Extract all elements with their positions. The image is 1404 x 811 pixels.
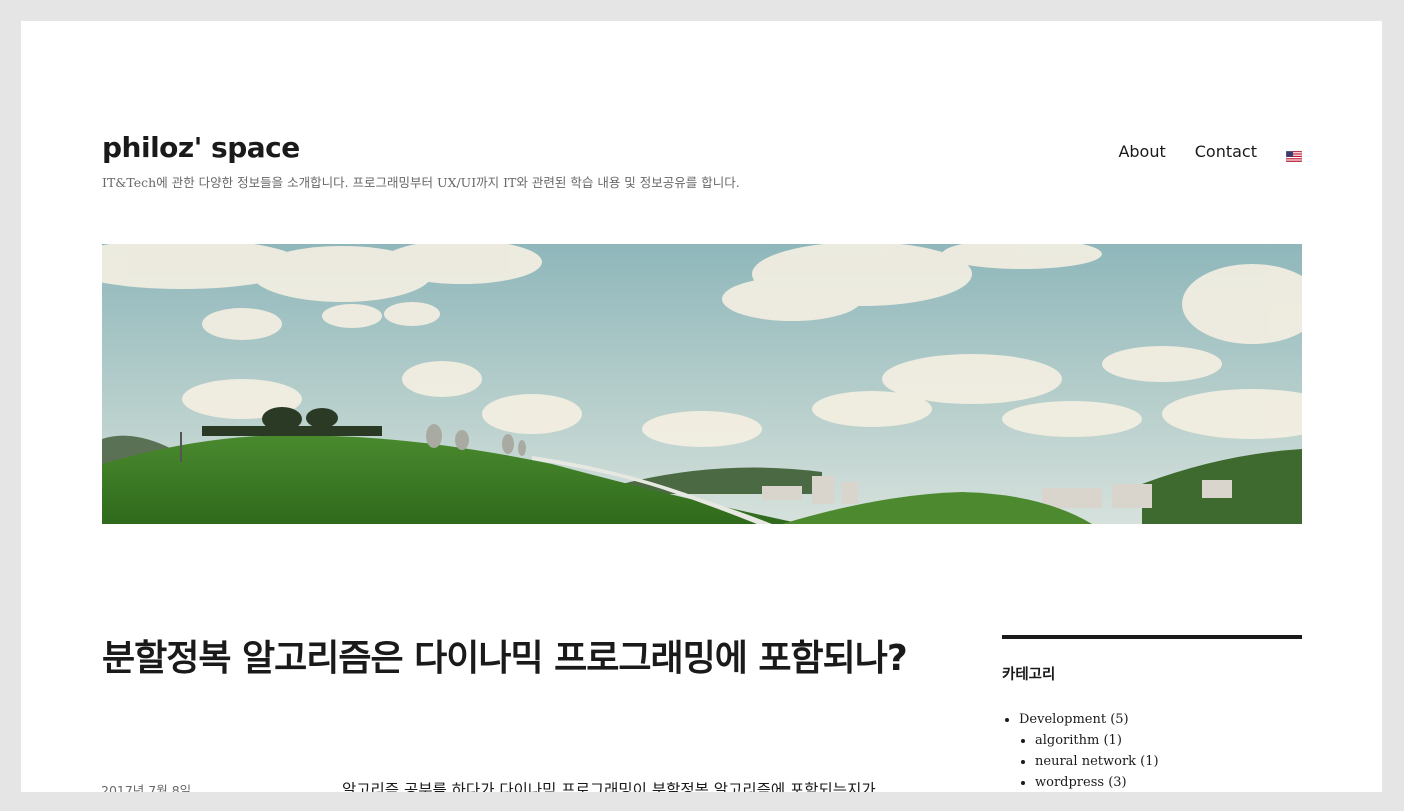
category-list: Development (5) algorithm (1) neural net… <box>1002 709 1302 792</box>
post-date[interactable]: 2017년 7월 8일 <box>101 780 191 792</box>
nav-item-about[interactable]: About <box>1118 142 1165 161</box>
category-link-algorithm[interactable]: algorithm (1) <box>1035 733 1122 748</box>
category-item-neural-network: neural network (1) <box>1035 751 1302 772</box>
category-item-development: Development (5) algorithm (1) neural net… <box>1019 709 1302 792</box>
post-title[interactable]: 분할정복 알고리즘은 다이나믹 프로그래밍에 포함되나? <box>102 633 922 684</box>
category-item-wordpress: wordpress (3) <box>1035 772 1302 792</box>
main-navigation: About Contact <box>1089 142 1303 163</box>
category-link-neural-network[interactable]: neural network (1) <box>1035 754 1159 769</box>
nav-item-contact[interactable]: Contact <box>1195 142 1257 161</box>
site-description: IT&Tech에 관한 다양한 정보들을 소개합니다. 프로그래밍부터 UX/U… <box>102 175 740 190</box>
site-container: philoz' space IT&Tech에 관한 다양한 정보들을 소개합니다… <box>21 21 1382 792</box>
widget-title: 카테고리 <box>1002 667 1056 683</box>
header-image <box>102 244 1302 524</box>
us-flag-icon[interactable] <box>1285 147 1303 163</box>
categories-widget: 카테고리 Development (5) algorithm (1) neura… <box>1002 635 1302 792</box>
category-item-algorithm: algorithm (1) <box>1035 730 1302 751</box>
post-excerpt: 알고리즘 공부를 하다가 다이나믹 프로그래밍이 분할정복 알고리즘에 포함되는… <box>342 781 876 792</box>
category-link-development[interactable]: Development (5) <box>1019 712 1129 727</box>
category-link-wordpress[interactable]: wordpress (3) <box>1035 775 1127 790</box>
subcategory-list: algorithm (1) neural network (1) wordpre… <box>1019 730 1302 792</box>
site-title[interactable]: philoz' space <box>102 131 300 164</box>
